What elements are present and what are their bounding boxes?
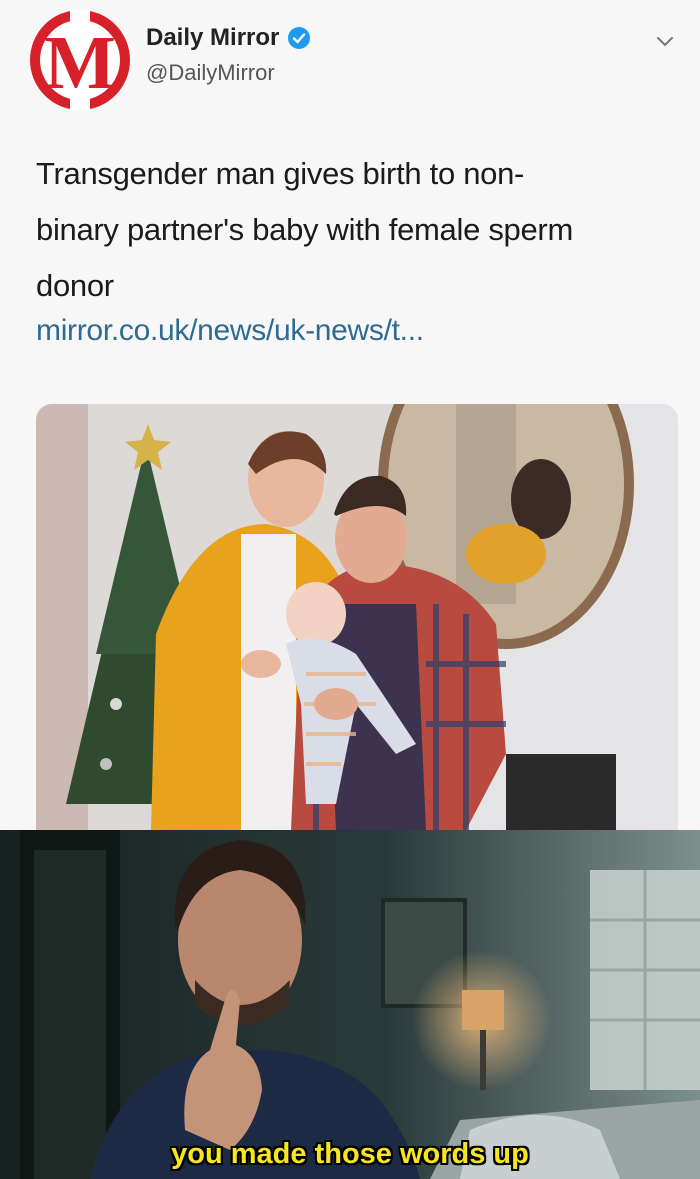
account-handle[interactable]: @DailyMirror bbox=[146, 60, 275, 86]
account-name-text: Daily Mirror bbox=[146, 24, 280, 51]
svg-text:M: M bbox=[44, 21, 116, 105]
meme-still-image bbox=[0, 830, 700, 1179]
tweet-text-line: binary partner's baby with female sperm bbox=[36, 212, 573, 247]
article-link[interactable]: mirror.co.uk/news/uk-news/t... bbox=[36, 314, 424, 348]
article-photo[interactable] bbox=[36, 404, 678, 830]
chevron-down-icon[interactable] bbox=[654, 30, 676, 52]
account-name[interactable]: Daily Mirror bbox=[146, 24, 311, 52]
tweet-card: M Daily Mirror @DailyMirror Transgender … bbox=[0, 0, 700, 830]
tweet-text-line: donor bbox=[36, 268, 114, 303]
meme-caption: you made those words up bbox=[171, 1138, 529, 1170]
tweet-text-line: Transgender man gives birth to non- bbox=[36, 156, 525, 191]
daily-mirror-logo[interactable]: M bbox=[28, 8, 132, 112]
verified-badge-icon bbox=[288, 27, 311, 49]
meme-panel bbox=[0, 830, 700, 1179]
tweet-text: Transgender man gives birth to non- bina… bbox=[36, 146, 666, 314]
